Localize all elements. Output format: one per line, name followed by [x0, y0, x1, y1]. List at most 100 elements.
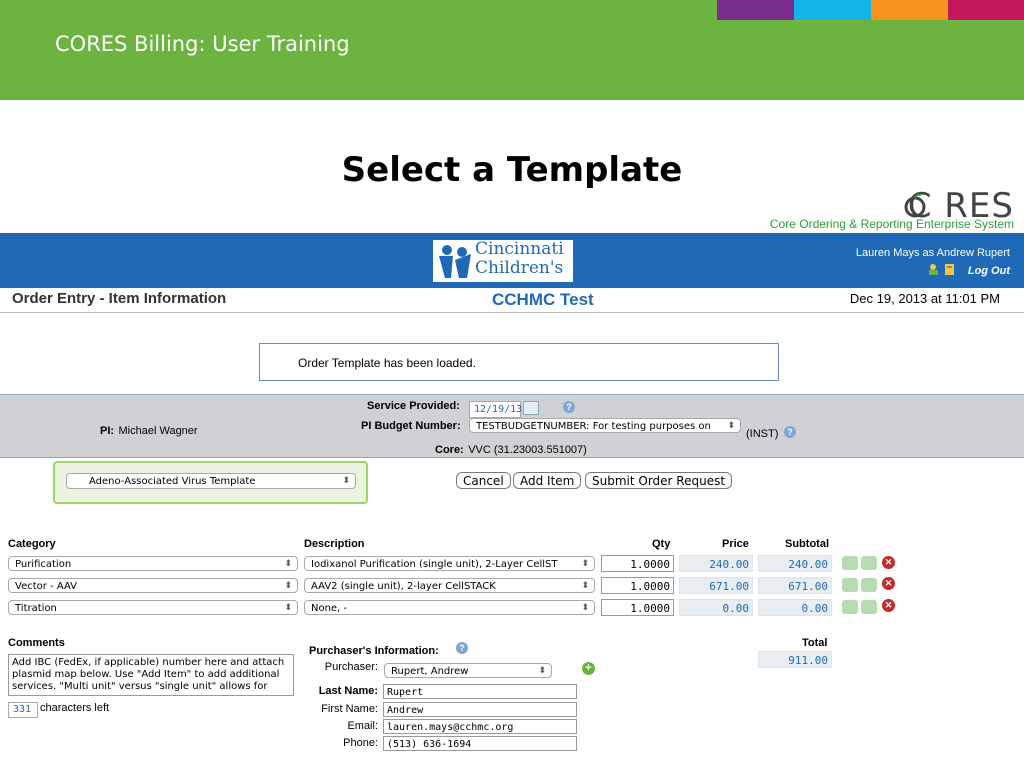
- status-message: Order Template has been loaded.: [259, 343, 779, 381]
- description-value: Iodixanol Purification (single unit), 2-…: [311, 559, 558, 570]
- accent-stripe-blue: [794, 0, 871, 20]
- email-input[interactable]: lauren.mays@cchmc.org: [383, 719, 577, 734]
- status-message-text: Order Template has been loaded.: [298, 356, 476, 370]
- budget-number-select[interactable]: TESTBUDGETNUMBER: For testing purposes o…: [469, 418, 741, 433]
- category-select[interactable]: Vector - AAV ⬍: [8, 578, 298, 593]
- first-name-input[interactable]: Andrew: [383, 702, 577, 717]
- subtotal-header: Subtotal: [785, 538, 829, 550]
- add-purchaser-icon[interactable]: +: [582, 662, 595, 675]
- select-arrows-icon: ⬍: [581, 603, 589, 613]
- price-value: 0.00: [679, 599, 753, 616]
- select-arrows-icon: ⬍: [727, 421, 735, 431]
- children-figure-icon: [439, 245, 471, 278]
- core-value: VVC (31.23003.551007): [468, 444, 587, 456]
- copy-icon[interactable]: [861, 600, 877, 614]
- category-value: Vector - AAV: [15, 581, 77, 592]
- purchaser-info-heading: Purchaser's Information:: [309, 645, 439, 657]
- select-arrows-icon: ⬍: [284, 559, 292, 569]
- select-arrows-icon: ⬍: [581, 559, 589, 569]
- pi-field: PI: Michael Wagner: [100, 421, 198, 439]
- core-field: Core: VVC (31.23003.551007): [435, 440, 587, 458]
- cch-line-1: Cincinnati: [475, 239, 564, 259]
- description-value: AAV2 (single unit), 2-layer CellSTACK: [311, 581, 496, 592]
- price-value: 240.00: [679, 555, 753, 572]
- description-value: None, -: [311, 603, 348, 614]
- category-select[interactable]: Titration ⬍: [8, 600, 298, 615]
- budget-number-label: PI Budget Number:: [361, 420, 461, 432]
- purchaser-select[interactable]: Rupert, Andrew ⬍: [384, 663, 552, 678]
- select-arrows-icon: ⬍: [284, 581, 292, 591]
- service-date-input[interactable]: 12/19/13: [469, 401, 522, 418]
- cancel-button[interactable]: Cancel: [456, 472, 511, 489]
- description-header: Description: [304, 538, 365, 550]
- comments-textarea[interactable]: Add IBC (FedEx, if applicable) number he…: [8, 654, 294, 696]
- service-provided-label: Service Provided:: [367, 400, 460, 412]
- budget-number-value: TESTBUDGETNUMBER: For testing purposes o…: [476, 421, 711, 432]
- edit-user-icon[interactable]: [842, 556, 858, 570]
- description-select[interactable]: AAV2 (single unit), 2-layer CellSTACK ⬍: [304, 578, 595, 593]
- qty-input[interactable]: 1.0000: [601, 555, 674, 572]
- current-user: Lauren Mays as Andrew Rupert: [855, 247, 1010, 259]
- subtotal-value: 671.00: [758, 577, 832, 594]
- edit-user-icon[interactable]: [842, 600, 858, 614]
- cores-logo: C RES Core Ordering & Reporting Enterpri…: [752, 186, 1022, 234]
- price-value: 671.00: [679, 577, 753, 594]
- calendar-icon[interactable]: [523, 401, 539, 415]
- chars-left-count: 331: [8, 702, 38, 718]
- logout-link[interactable]: Log Out: [968, 265, 1010, 277]
- purchaser-value: Rupert, Andrew: [391, 666, 469, 677]
- core-label: Core:: [435, 444, 464, 456]
- phone-label: Phone:: [343, 737, 378, 749]
- qty-header: Qty: [652, 538, 671, 550]
- category-value: Titration: [15, 603, 57, 614]
- template-select[interactable]: Adeno-Associated Virus Template ⬍: [66, 473, 356, 489]
- category-select[interactable]: Purification ⬍: [8, 556, 298, 571]
- copy-icon[interactable]: [861, 578, 877, 592]
- total-value: 911.00: [758, 651, 832, 668]
- price-header: Price: [722, 538, 749, 550]
- cores-tagline: Core Ordering & Reporting Enterprise Sys…: [769, 217, 1014, 231]
- email-label: Email:: [347, 720, 378, 732]
- slide-title: CORES Billing: User Training: [55, 32, 350, 56]
- budget-suffix: (INST): [746, 428, 779, 440]
- help-icon[interactable]: ?: [563, 401, 575, 413]
- select-arrows-icon: ⬍: [284, 603, 292, 613]
- description-select[interactable]: Iodixanol Purification (single unit), 2-…: [304, 556, 595, 571]
- total-label: Total: [802, 637, 828, 649]
- pi-label: PI:: [100, 425, 115, 437]
- help-icon[interactable]: ?: [456, 642, 468, 654]
- select-arrows-icon: ⬍: [538, 666, 546, 676]
- page-label: Order Entry - Item Information: [12, 290, 227, 307]
- copy-icon[interactable]: [861, 556, 877, 570]
- qty-input[interactable]: 1.0000: [601, 599, 674, 616]
- people-icon[interactable]: [928, 263, 956, 275]
- delete-icon[interactable]: ✕: [882, 556, 895, 569]
- datetime: Dec 19, 2013 at 11:01 PM: [849, 291, 1000, 306]
- delete-icon[interactable]: ✕: [882, 577, 895, 590]
- chars-left-label: characters left: [40, 702, 110, 714]
- template-select-value: Adeno-Associated Virus Template: [89, 476, 256, 487]
- accent-stripe-purple: [717, 0, 794, 20]
- select-arrows-icon: ⬍: [581, 581, 589, 591]
- subtotal-value: 0.00: [758, 599, 832, 616]
- phone-input[interactable]: (513) 636-1694: [383, 736, 577, 751]
- accent-stripe-pink: [948, 0, 1024, 20]
- apple-icon: [904, 193, 926, 218]
- last-name-label: Last Name:: [318, 685, 378, 697]
- edit-user-icon[interactable]: [842, 578, 858, 592]
- environment-label: CCHMC Test: [492, 290, 594, 309]
- purchaser-label: Purchaser:: [324, 661, 378, 673]
- last-name-input[interactable]: Rupert: [383, 684, 577, 699]
- pi-name: Michael Wagner: [118, 425, 198, 437]
- first-name-label: First Name:: [321, 703, 378, 715]
- select-arrows-icon: ⬍: [342, 476, 350, 486]
- subtotal-value: 240.00: [758, 555, 832, 572]
- help-icon[interactable]: ?: [784, 426, 796, 438]
- qty-input[interactable]: 1.0000: [601, 577, 674, 594]
- page-heading: Select a Template: [341, 150, 683, 190]
- add-item-button[interactable]: Add Item: [513, 472, 582, 489]
- cch-logo: Cincinnati Children's: [433, 240, 573, 282]
- delete-icon[interactable]: ✕: [882, 599, 895, 612]
- description-select[interactable]: None, - ⬍: [304, 600, 595, 615]
- submit-order-button[interactable]: Submit Order Request: [585, 472, 733, 489]
